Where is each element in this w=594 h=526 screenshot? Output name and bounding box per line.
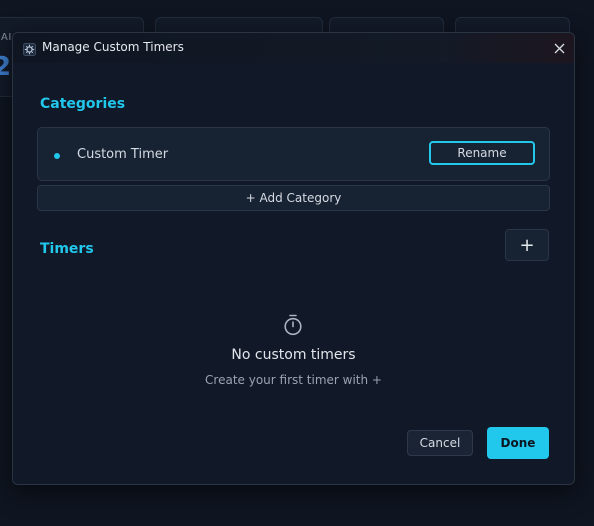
manage-timers-dialog: Manage Custom Timers Categories Custom T… xyxy=(12,32,575,485)
timers-heading: Timers xyxy=(40,241,94,257)
stopwatch-icon xyxy=(283,314,303,336)
empty-state-title: No custom timers xyxy=(231,347,356,363)
background-card-value: 2 xyxy=(0,52,12,82)
dialog-titlebar: Manage Custom Timers xyxy=(13,33,574,63)
rename-button[interactable]: Rename xyxy=(429,141,535,165)
close-button[interactable] xyxy=(544,33,574,63)
category-dot-icon xyxy=(54,153,60,159)
dialog-title: Manage Custom Timers xyxy=(42,40,184,54)
category-row: Custom Timer Rename xyxy=(37,127,550,181)
background-card-label: DAI xyxy=(0,32,12,43)
done-button[interactable]: Done xyxy=(487,427,549,459)
add-category-button[interactable]: + Add Category xyxy=(37,185,550,211)
app-gear-icon xyxy=(23,41,36,56)
category-name: Custom Timer xyxy=(77,147,169,162)
categories-heading: Categories xyxy=(40,96,126,112)
cancel-button[interactable]: Cancel xyxy=(407,430,473,456)
empty-state-subtitle: Create your first timer with + xyxy=(205,373,382,387)
close-icon xyxy=(554,39,565,58)
add-timer-button[interactable]: + xyxy=(505,229,549,261)
